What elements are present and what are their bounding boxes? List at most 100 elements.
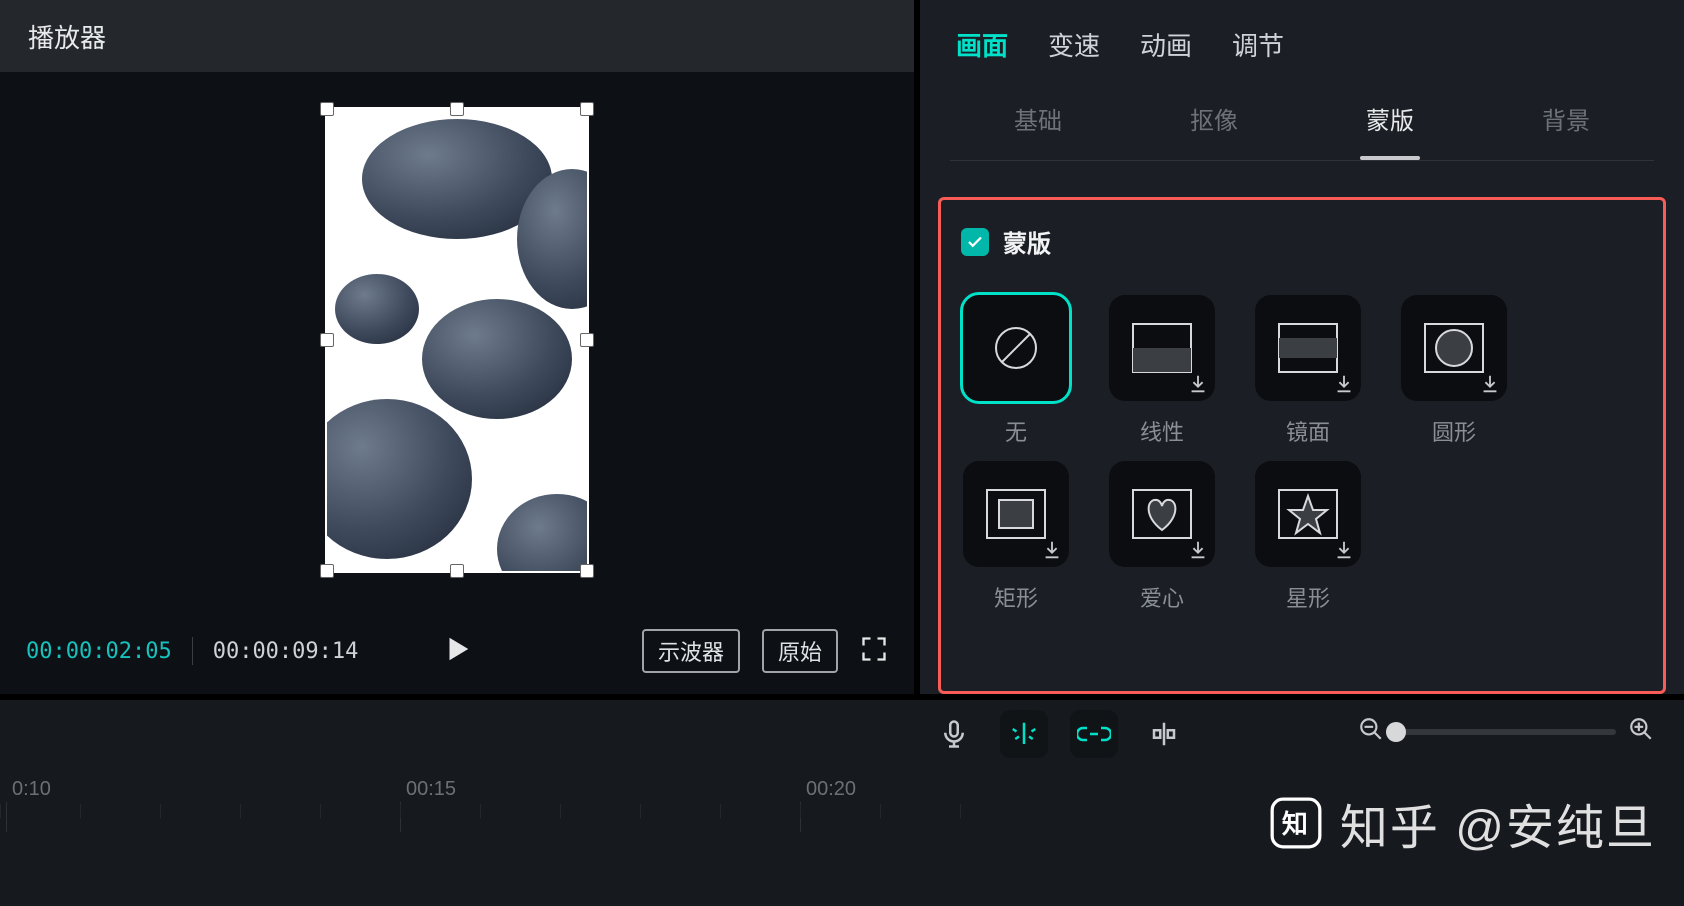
mask-thumb[interactable] bbox=[1255, 461, 1361, 567]
canvas-area[interactable] bbox=[0, 72, 914, 608]
ruler-tick: 0:10 bbox=[6, 778, 45, 801]
mask-checkbox-row[interactable]: 蒙版 bbox=[961, 224, 1643, 259]
check-icon bbox=[966, 233, 984, 251]
time-current: 00:00:02:05 bbox=[26, 639, 172, 664]
watermark: 知 知乎 @安纯旦 bbox=[1270, 788, 1656, 858]
zoom-out-icon bbox=[1358, 716, 1384, 742]
mask-label: 星形 bbox=[1286, 581, 1330, 613]
resize-handle[interactable] bbox=[580, 333, 594, 347]
magnet-icon bbox=[1009, 719, 1039, 749]
play-icon bbox=[442, 634, 472, 664]
play-button[interactable] bbox=[442, 634, 472, 669]
align-button[interactable] bbox=[1140, 710, 1188, 758]
ruler-tick-label: 00:15 bbox=[406, 778, 456, 800]
resize-handle[interactable] bbox=[450, 102, 464, 116]
mask-thumb[interactable] bbox=[1109, 295, 1215, 401]
star-mask-icon bbox=[1275, 484, 1341, 544]
tab-animation[interactable]: 动画 bbox=[1140, 26, 1192, 63]
mask-option-mirror[interactable]: 镜面 bbox=[1253, 295, 1363, 447]
ruler-tick: 00:20 bbox=[800, 778, 850, 801]
zoom-in-icon bbox=[1628, 716, 1654, 742]
sub-tabs: 基础 抠像 蒙版 背景 bbox=[950, 91, 1654, 161]
resize-handle[interactable] bbox=[320, 564, 334, 578]
zoom-out-button[interactable] bbox=[1358, 716, 1384, 747]
resize-handle[interactable] bbox=[320, 333, 334, 347]
zoom-slider-thumb[interactable] bbox=[1386, 722, 1406, 742]
download-icon bbox=[1187, 539, 1209, 561]
mask-option-none[interactable]: 无 bbox=[961, 295, 1071, 447]
mask-checkbox[interactable] bbox=[961, 228, 989, 256]
mask-thumb[interactable] bbox=[1401, 295, 1507, 401]
mask-thumb[interactable] bbox=[1255, 295, 1361, 401]
download-icon bbox=[1041, 539, 1063, 561]
download-icon bbox=[1333, 539, 1355, 561]
time-separator bbox=[192, 637, 193, 665]
mask-label: 爱心 bbox=[1140, 581, 1184, 613]
zoom-slider[interactable] bbox=[1396, 729, 1616, 735]
mask-label: 镜面 bbox=[1286, 415, 1330, 447]
rect-mask-icon bbox=[983, 484, 1049, 544]
subtab-basic[interactable]: 基础 bbox=[950, 91, 1126, 146]
ruler-tick-label: 00:20 bbox=[806, 778, 856, 800]
mask-option-circle[interactable]: 圆形 bbox=[1399, 295, 1509, 447]
player-panel: 播放器 bbox=[0, 0, 920, 700]
circle-mask-icon bbox=[1421, 318, 1487, 378]
mask-checkbox-label: 蒙版 bbox=[1003, 224, 1051, 259]
player-controls: 00:00:02:05 00:00:09:14 示波器 原始 bbox=[0, 608, 914, 694]
ruler-tick-label: 0:10 bbox=[12, 778, 51, 800]
fullscreen-button[interactable] bbox=[860, 635, 888, 668]
mask-option-heart[interactable]: 爱心 bbox=[1107, 461, 1217, 613]
mask-label: 线性 bbox=[1140, 415, 1184, 447]
oscilloscope-button[interactable]: 示波器 bbox=[642, 629, 740, 673]
download-icon bbox=[1333, 373, 1355, 395]
zoom-in-button[interactable] bbox=[1628, 716, 1654, 747]
resize-handle[interactable] bbox=[580, 102, 594, 116]
player-header: 播放器 bbox=[0, 0, 914, 72]
zoom-controls bbox=[1358, 716, 1654, 747]
mic-button[interactable] bbox=[930, 710, 978, 758]
align-icon bbox=[1149, 719, 1179, 749]
fullscreen-icon bbox=[860, 635, 888, 663]
resize-handle[interactable] bbox=[580, 564, 594, 578]
subtab-bg[interactable]: 背景 bbox=[1478, 91, 1654, 146]
preview-content bbox=[327, 109, 587, 571]
player-title: 播放器 bbox=[28, 18, 106, 55]
tab-adjust[interactable]: 调节 bbox=[1232, 26, 1284, 63]
linear-icon bbox=[1129, 318, 1195, 378]
mask-option-rect[interactable]: 矩形 bbox=[961, 461, 1071, 613]
ruler-tick: 00:15 bbox=[400, 778, 450, 801]
mask-label: 矩形 bbox=[994, 581, 1038, 613]
mask-thumb[interactable] bbox=[963, 295, 1069, 401]
timeline-toolbar bbox=[930, 710, 1188, 758]
mask-thumb[interactable] bbox=[1109, 461, 1215, 567]
resize-handle[interactable] bbox=[320, 102, 334, 116]
mask-thumb[interactable] bbox=[963, 461, 1069, 567]
magnet-button[interactable] bbox=[1000, 710, 1048, 758]
inspector-panel: 画面 变速 动画 调节 基础 抠像 蒙版 背景 蒙版 bbox=[920, 0, 1684, 700]
canvas-selection[interactable] bbox=[327, 109, 587, 571]
watermark-text: 知乎 @安纯旦 bbox=[1340, 788, 1656, 858]
link-button[interactable] bbox=[1070, 710, 1118, 758]
original-button[interactable]: 原始 bbox=[762, 629, 838, 673]
mask-section: 蒙版 无 bbox=[938, 197, 1666, 694]
mask-label: 圆形 bbox=[1432, 415, 1476, 447]
time-total: 00:00:09:14 bbox=[213, 639, 359, 664]
mask-grid: 无 线性 bbox=[961, 295, 1643, 613]
mask-option-star[interactable]: 星形 bbox=[1253, 461, 1363, 613]
subtab-mask[interactable]: 蒙版 bbox=[1302, 91, 1478, 146]
link-icon bbox=[1077, 723, 1111, 745]
microphone-icon bbox=[939, 719, 969, 749]
svg-text:知: 知 bbox=[1282, 809, 1310, 839]
subtab-cutout[interactable]: 抠像 bbox=[1126, 91, 1302, 146]
mask-label: 无 bbox=[1005, 415, 1027, 447]
mirror-icon bbox=[1275, 318, 1341, 378]
mask-option-linear[interactable]: 线性 bbox=[1107, 295, 1217, 447]
heart-mask-icon bbox=[1129, 484, 1195, 544]
tab-picture[interactable]: 画面 bbox=[956, 26, 1008, 63]
download-icon bbox=[1187, 373, 1209, 395]
none-icon bbox=[991, 323, 1041, 373]
download-icon bbox=[1479, 373, 1501, 395]
tab-speed[interactable]: 变速 bbox=[1048, 26, 1100, 63]
main-tabs: 画面 变速 动画 调节 bbox=[920, 8, 1684, 91]
resize-handle[interactable] bbox=[450, 564, 464, 578]
